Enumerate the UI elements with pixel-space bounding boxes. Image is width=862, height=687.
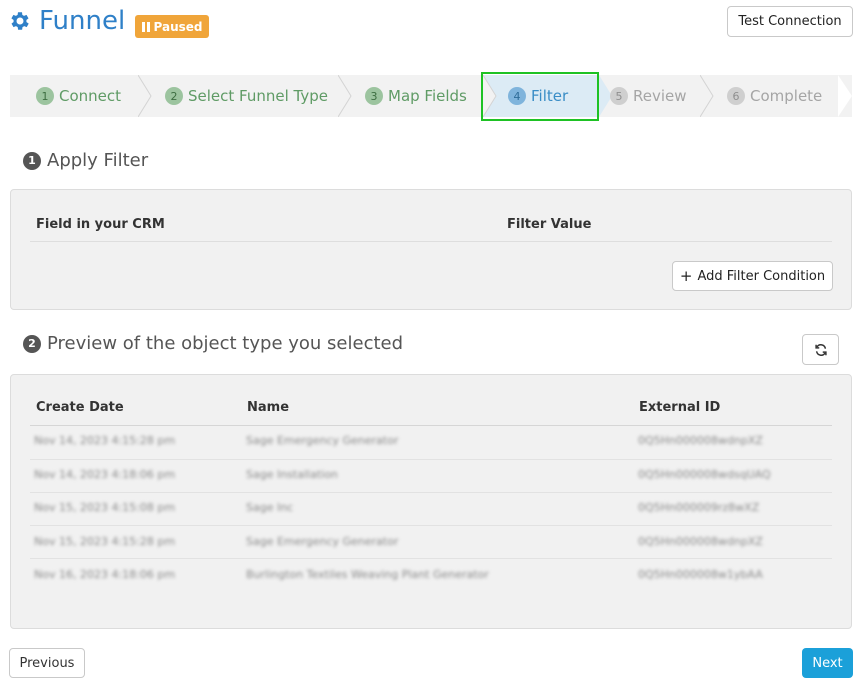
cell-external-id: 0Q5Hn000009rz8wXZ [638,501,760,514]
wizard-stepper: 1 Connect 2 Select Funnel Type 3 Map Fie… [10,75,852,117]
row-divider [30,558,832,559]
row-divider [30,459,832,460]
step-number: 1 [36,87,54,105]
cell-name: Sage Inc [246,501,294,514]
step-label: Review [633,87,687,105]
column-header-crm-field: Field in your CRM [36,217,165,232]
step-separator-chevron [700,75,714,117]
step-number: 2 [165,87,183,105]
section-number-badge: 1 [23,151,41,170]
step-map-fields[interactable]: 3 Map Fields [365,75,467,117]
step-connect[interactable]: 1 Connect [36,75,121,117]
cell-external-id: 0Q5Hn000008wdnpXZ [638,434,763,447]
plus-icon: + [679,266,693,285]
step-separator-chevron [338,75,352,117]
step-number: 3 [365,87,383,105]
cell-external-id: 0Q5Hn000008wdnpXZ [638,535,763,548]
section-title: Apply Filter [47,150,149,171]
test-connection-button[interactable]: Test Connection [727,6,853,37]
add-filter-condition-button[interactable]: + Add Filter Condition [672,261,833,291]
row-divider [30,492,832,493]
cell-create-date: Nov 14, 2023 4:15:28 pm [34,434,176,447]
cell-name: Burlington Textiles Weaving Plant Genera… [246,568,489,581]
step-separator-chevron [138,75,152,117]
previous-button[interactable]: Previous [9,648,85,678]
refresh-button[interactable] [802,334,839,365]
row-divider [30,525,832,526]
cell-create-date: Nov 15, 2023 4:15:08 pm [34,501,176,514]
cell-external-id: 0Q5Hn000008wdsqUAQ [638,468,771,481]
cell-name: Sage Installation [246,468,338,481]
step-label: Complete [750,87,823,105]
step-number: 5 [610,87,628,105]
step-select-funnel-type[interactable]: 2 Select Funnel Type [165,75,328,117]
next-button[interactable]: Next [802,648,853,678]
column-header-create-date: Create Date [36,400,124,415]
filter-step-highlight [481,72,599,121]
step-end-chevron [838,75,852,117]
apply-filter-heading: 1 Apply Filter [23,150,148,171]
cell-create-date: Nov 15, 2023 4:15:28 pm [34,535,176,548]
column-header-name: Name [247,400,290,415]
divider [30,241,832,242]
add-filter-condition-label: Add Filter Condition [697,268,826,284]
section-number-badge: 2 [23,334,41,353]
refresh-icon [814,343,827,356]
step-label: Select Funnel Type [188,87,328,105]
status-badge-label: Paused [153,19,203,34]
cell-create-date: Nov 14, 2023 4:18:06 pm [34,468,176,481]
step-label: Connect [59,87,122,105]
gear-icon [11,12,29,30]
column-header-external-id: External ID [639,400,721,415]
step-complete[interactable]: 6 Complete [727,75,822,117]
cell-create-date: Nov 16, 2023 4:18:06 pm [34,568,176,581]
section-title: Preview of the object type you selected [47,333,404,354]
pause-icon [141,21,150,32]
step-label: Map Fields [388,87,467,105]
step-number: 6 [727,87,745,105]
cell-external-id: 0Q5Hn000008w1ybAA [638,568,763,581]
divider [30,425,832,426]
cell-name: Sage Emergency Generator [246,434,399,447]
column-header-filter-value: Filter Value [507,217,592,232]
filter-panel [10,189,852,310]
status-badge: Paused [135,15,209,38]
preview-heading: 2 Preview of the object type you selecte… [23,333,403,354]
page-title: Funnel [39,6,126,36]
cell-name: Sage Emergency Generator [246,535,399,548]
step-review[interactable]: 5 Review [610,75,687,117]
